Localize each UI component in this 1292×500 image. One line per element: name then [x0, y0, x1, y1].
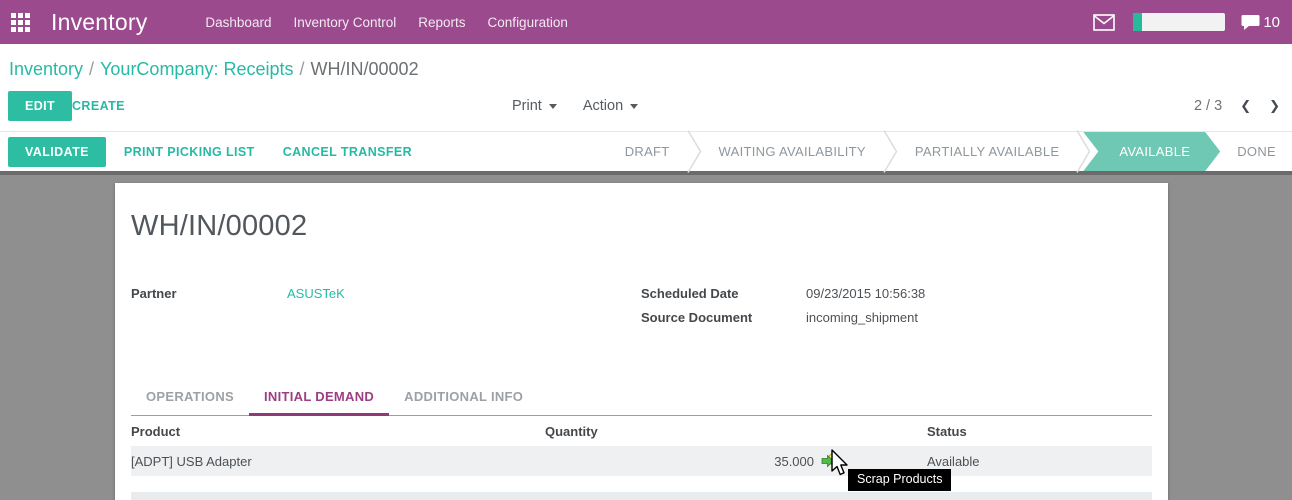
cp-dropdowns: Print Action	[512, 98, 639, 114]
cell-product[interactable]: [ADPT] USB Adapter	[131, 446, 545, 476]
state-draft[interactable]: DRAFT	[608, 144, 687, 159]
navbar-right: 10	[1093, 13, 1280, 31]
chevron-down-icon	[548, 103, 557, 109]
pager: 2 / 3 ❮ ❯	[1194, 98, 1280, 114]
state-separator-icon	[883, 130, 898, 173]
statusbar-states: DRAFT WAITING AVAILABILITY PARTIALLY AVA…	[608, 130, 1292, 173]
apps-grid-icon[interactable]	[11, 12, 30, 32]
print-picking-list-button[interactable]: PRINT PICKING LIST	[114, 137, 265, 167]
field-group: Partner ASUSTeK Scheduled Date 09/23/201…	[131, 286, 1152, 334]
statusbar: VALIDATE PRINT PICKING LIST CANCEL TRANS…	[0, 130, 1292, 175]
pager-count: 2 / 3	[1193, 98, 1223, 114]
header-product[interactable]: Product	[131, 416, 545, 446]
source-document-value: incoming_shipment	[806, 310, 919, 325]
source-document-field: Source Document incoming_shipment	[641, 310, 1152, 325]
action-dropdown[interactable]: Action	[583, 98, 639, 114]
scrap-products-button[interactable]	[821, 453, 840, 469]
next-section-strip	[131, 492, 1152, 500]
header-status[interactable]: Status	[927, 416, 1152, 446]
field-column-right: Scheduled Date 09/23/2015 10:56:38 Sourc…	[641, 286, 1152, 334]
source-document-label: Source Document	[641, 310, 753, 325]
menu-dashboard[interactable]: Dashboard	[194, 0, 282, 44]
planner-progress-fill	[1133, 13, 1143, 31]
top-navbar: Inventory Dashboard Inventory Control Re…	[0, 0, 1292, 44]
state-available-active[interactable]: AVAILABLE	[1083, 132, 1220, 171]
scrap-icon	[821, 453, 840, 468]
messages-count: 10	[1263, 13, 1280, 31]
messages-envelope-icon[interactable]	[1093, 13, 1116, 31]
partner-value-link[interactable]: ASUSTeK	[287, 286, 345, 301]
main-canvas: WH/IN/00002 Partner ASUSTeK Scheduled Da…	[0, 175, 1292, 500]
state-separator-icon	[686, 130, 702, 173]
breadcrumb-separator: /	[299, 59, 305, 79]
partner-label: Partner	[131, 286, 177, 301]
odoo-inventory-screen: Inventory Dashboard Inventory Control Re…	[0, 0, 1292, 500]
breadcrumb-row: Inventory / YourCompany: Receipts / WH/IN/00…	[0, 44, 1292, 88]
menu-inventory-control[interactable]: Inventory Control	[282, 0, 407, 44]
tab-initial-demand[interactable]: INITIAL DEMAND	[249, 380, 390, 416]
validate-button[interactable]: VALIDATE	[8, 136, 106, 167]
form-sheet: WH/IN/00002 Partner ASUSTeK Scheduled Da…	[115, 183, 1168, 500]
pager-previous-icon[interactable]: ❮	[1240, 98, 1251, 114]
app-title: Inventory	[51, 8, 148, 35]
tab-additional-info[interactable]: ADDITIONAL INFO	[389, 380, 538, 415]
breadcrumb-current: WH/IN/00002	[310, 59, 419, 79]
breadcrumb-separator: /	[89, 59, 95, 79]
state-partially-available[interactable]: PARTIALLY AVAILABLE	[898, 144, 1076, 159]
chat-bubble-icon	[1241, 14, 1260, 30]
cell-status[interactable]: Available	[927, 446, 1152, 476]
print-dropdown[interactable]: Print	[512, 98, 557, 114]
field-column-left: Partner ASUSTeK	[131, 286, 641, 334]
breadcrumb-inventory[interactable]: Inventory	[9, 59, 83, 79]
partner-field: Partner ASUSTeK	[131, 286, 641, 301]
tab-operations[interactable]: OPERATIONS	[131, 380, 249, 415]
control-panel: EDIT CREATE Print Action 2 / 3 ❮ ❯	[0, 88, 1292, 130]
breadcrumb-receipts[interactable]: YourCompany: Receipts	[100, 59, 293, 79]
top-menu: Dashboard Inventory Control Reports Conf…	[194, 0, 578, 44]
chevron-down-icon	[630, 103, 639, 109]
breadcrumb: Inventory / YourCompany: Receipts / WH/IN/00…	[9, 59, 419, 80]
pager-next-icon[interactable]: ❯	[1269, 98, 1280, 114]
chat-messages-button[interactable]: 10	[1241, 14, 1280, 31]
state-done[interactable]: DONE	[1220, 144, 1280, 159]
menu-reports[interactable]: Reports	[407, 0, 476, 44]
scheduled-date-value: 09/23/2015 10:56:38	[806, 286, 926, 301]
scheduled-date-label: Scheduled Date	[641, 286, 739, 301]
menu-configuration[interactable]: Configuration	[477, 0, 579, 44]
create-button[interactable]: CREATE	[62, 91, 135, 121]
table-row[interactable]: [ADPT] USB Adapter 35.000 Available	[131, 446, 1152, 476]
cancel-transfer-button[interactable]: CANCEL TRANSFER	[273, 137, 422, 167]
document-title: WH/IN/00002	[131, 210, 308, 242]
notebook-tabs: OPERATIONS INITIAL DEMAND ADDITIONAL INF…	[131, 380, 1152, 416]
initial-demand-table: Product Quantity Status [ADPT] USB Adapt…	[131, 416, 1152, 476]
quantity-value: 35.000	[774, 453, 814, 469]
state-waiting-availability[interactable]: WAITING AVAILABILITY	[702, 144, 883, 159]
header-quantity[interactable]: Quantity	[545, 416, 927, 446]
table-header-row: Product Quantity Status	[131, 416, 1152, 446]
scheduled-date-field: Scheduled Date 09/23/2015 10:56:38	[641, 286, 1152, 301]
statusbar-buttons: VALIDATE PRINT PICKING LIST CANCEL TRANS…	[8, 136, 422, 167]
planner-progress-bar[interactable]	[1133, 13, 1226, 31]
scrap-products-tooltip: Scrap Products	[848, 469, 952, 491]
